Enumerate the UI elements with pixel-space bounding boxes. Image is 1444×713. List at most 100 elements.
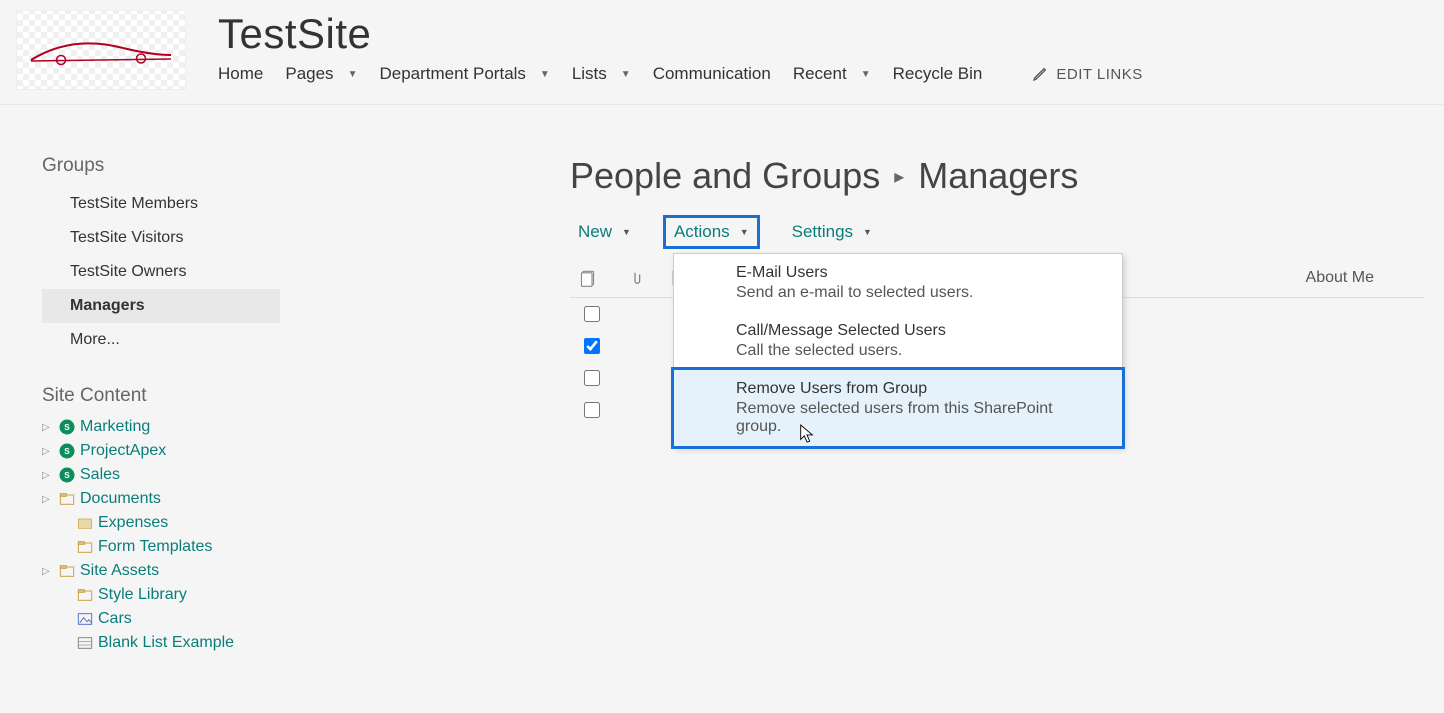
- tree-node[interactable]: ▷ S Sales: [42, 463, 280, 487]
- tree-node[interactable]: Expenses: [60, 511, 280, 535]
- svg-text:S: S: [64, 471, 70, 480]
- sp-icon: S: [58, 442, 76, 460]
- nav-item-label: Pages: [285, 64, 333, 84]
- dropdown-item[interactable]: Call/Message Selected Users Call the sele…: [674, 312, 1122, 370]
- chevron-down-icon: ▼: [540, 69, 550, 80]
- chevron-down-icon: ▼: [863, 227, 872, 237]
- chevron-down-icon: ▼: [861, 69, 871, 80]
- dropdown-item[interactable]: E-Mail UsersSend an e-mail to selected u…: [674, 254, 1122, 312]
- tree-node[interactable]: ▷ S Marketing: [42, 415, 280, 439]
- tree-node-label: Marketing: [80, 418, 150, 436]
- nav-item-label: Home: [218, 64, 263, 84]
- nav-item-department-portals[interactable]: Department Portals ▼: [379, 64, 549, 84]
- folder-icon: [76, 538, 94, 556]
- page-title-prefix: People and Groups: [570, 155, 880, 197]
- site-title[interactable]: TestSite: [218, 10, 1428, 58]
- tree-node-label: Cars: [98, 610, 132, 628]
- nav-item-communication[interactable]: Communication: [653, 64, 771, 84]
- folder-icon: [76, 586, 94, 604]
- expand-icon[interactable]: ▷: [42, 494, 54, 505]
- row-checkbox[interactable]: [584, 402, 600, 418]
- nav-item-recycle-bin[interactable]: Recycle Bin: [893, 64, 983, 84]
- nav-item-lists[interactable]: Lists ▼: [572, 64, 631, 84]
- edit-links-label: EDIT LINKS: [1056, 66, 1142, 83]
- nav-item-label: Communication: [653, 64, 771, 84]
- top-nav: Home Pages ▼ Department Portals ▼ Lists ▼ Commu…: [218, 64, 1428, 84]
- sidebar-group-item[interactable]: TestSite Owners: [42, 255, 280, 289]
- tree-node[interactable]: ▷ Site Assets: [42, 559, 280, 583]
- expand-icon[interactable]: ▷: [42, 470, 54, 481]
- page-title-group: Managers: [918, 155, 1078, 197]
- svg-text:S: S: [64, 423, 70, 432]
- cursor-icon: [798, 423, 816, 445]
- main-content: People and Groups ▸ Managers New ▼ Actio…: [280, 155, 1444, 655]
- sidebar-group-item[interactable]: More...: [42, 323, 280, 357]
- page-title: People and Groups ▸ Managers: [570, 155, 1424, 197]
- new-button[interactable]: New ▼: [570, 218, 639, 246]
- sp-icon: S: [58, 466, 76, 484]
- new-button-label: New: [578, 222, 612, 242]
- dropdown-item-title: E-Mail Users: [736, 264, 1100, 282]
- sidebar-group-item[interactable]: Managers: [42, 289, 280, 323]
- expand-icon[interactable]: ▷: [42, 422, 54, 433]
- car-logo-icon: [26, 25, 176, 75]
- folder-icon: [58, 490, 76, 508]
- edit-links-button[interactable]: EDIT LINKS: [1032, 66, 1142, 83]
- column-about-me[interactable]: About Me: [1306, 269, 1374, 287]
- dropdown-item-title: Remove Users from Group: [736, 380, 1100, 398]
- tree-node-label: Expenses: [98, 514, 168, 532]
- settings-button[interactable]: Settings ▼: [784, 218, 880, 246]
- tree-node-label: Site Assets: [80, 562, 159, 580]
- dropdown-item-desc: Call the selected users.: [736, 342, 1100, 360]
- tree-node-label: Blank List Example: [98, 634, 234, 652]
- nav-item-label: Department Portals: [379, 64, 525, 84]
- site-content-tree: ▷SMarketing▷SProjectApex▷SSales▷Document…: [42, 415, 280, 655]
- toolbar: New ▼ Actions ▼ Settings ▼: [570, 215, 1424, 249]
- nav-item-home[interactable]: Home: [218, 64, 263, 84]
- left-nav: Groups TestSite MembersTestSite Visitors…: [0, 155, 280, 655]
- tree-node[interactable]: Style Library: [60, 583, 280, 607]
- dropdown-item-desc: Remove selected users from this SharePoi…: [736, 400, 1100, 436]
- expand-icon[interactable]: ▷: [42, 566, 54, 577]
- actions-button-label: Actions: [674, 222, 730, 242]
- tree-node-label: Sales: [80, 466, 120, 484]
- svg-text:S: S: [64, 447, 70, 456]
- nav-item-pages[interactable]: Pages ▼: [285, 64, 357, 84]
- sp-icon: S: [58, 418, 76, 436]
- breadcrumb-separator-icon: ▸: [894, 164, 904, 189]
- tree-node[interactable]: Cars: [60, 607, 280, 631]
- actions-button[interactable]: Actions ▼: [663, 215, 760, 249]
- nav-item-label: Lists: [572, 64, 607, 84]
- nav-item-recent[interactable]: Recent ▼: [793, 64, 871, 84]
- site-content-heading: Site Content: [42, 385, 280, 407]
- sidebar-group-item[interactable]: TestSite Members: [42, 187, 280, 221]
- folder-icon: [58, 562, 76, 580]
- row-checkbox[interactable]: [584, 306, 600, 322]
- settings-button-label: Settings: [792, 222, 853, 242]
- chevron-down-icon: ▼: [622, 227, 631, 237]
- tree-node-label: Style Library: [98, 586, 187, 604]
- row-checkbox[interactable]: [584, 370, 600, 386]
- chevron-down-icon: ▼: [740, 227, 749, 237]
- row-checkbox[interactable]: [584, 338, 600, 354]
- nav-item-label: Recent: [793, 64, 847, 84]
- document-icon: [580, 269, 598, 287]
- doclib-icon: [76, 514, 94, 532]
- expand-icon[interactable]: ▷: [42, 446, 54, 457]
- list-icon: [76, 634, 94, 652]
- pic-icon: [76, 610, 94, 628]
- sidebar-group-item[interactable]: TestSite Visitors: [42, 221, 280, 255]
- dropdown-item[interactable]: Remove Users from Group Remove selected u…: [674, 370, 1122, 446]
- tree-node[interactable]: ▷Documents: [42, 487, 280, 511]
- tree-node[interactable]: Form Templates: [60, 535, 280, 559]
- tree-node-label: Form Templates: [98, 538, 212, 556]
- nav-item-label: Recycle Bin: [893, 64, 983, 84]
- tree-node[interactable]: Blank List Example: [60, 631, 280, 655]
- tree-node[interactable]: ▷SProjectApex: [42, 439, 280, 463]
- dropdown-item-title: Call/Message Selected Users: [736, 322, 1100, 340]
- site-logo[interactable]: [16, 10, 186, 90]
- chevron-down-icon: ▼: [348, 69, 358, 80]
- site-header: TestSite HomePages▼Department Portals▼Li…: [0, 0, 1444, 105]
- chevron-down-icon: ▼: [621, 69, 631, 80]
- actions-dropdown: E-Mail UsersSend an e-mail to selected u…: [673, 253, 1123, 447]
